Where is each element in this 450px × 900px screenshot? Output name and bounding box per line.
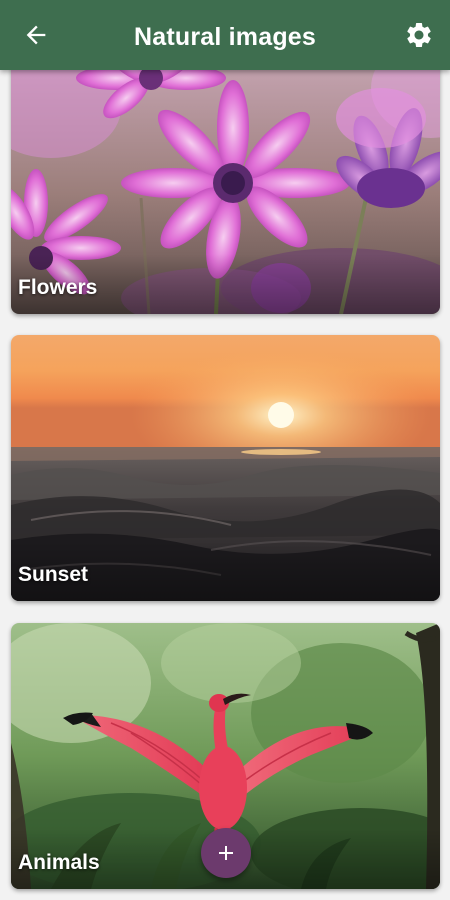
category-card-flowers[interactable]: Flowers [11,48,440,314]
plus-icon [219,846,233,860]
add-button[interactable] [201,828,251,878]
category-card-sunset[interactable]: Sunset [11,335,440,601]
category-label: Sunset [18,563,89,586]
category-label: Flowers [18,276,98,299]
category-label: Animals [18,851,100,874]
category-list: Flowers Sunset Animals [0,0,450,900]
app-bar: Natural images [0,0,450,70]
page-title: Natural images [133,23,317,51]
gear-icon[interactable] [404,20,434,50]
